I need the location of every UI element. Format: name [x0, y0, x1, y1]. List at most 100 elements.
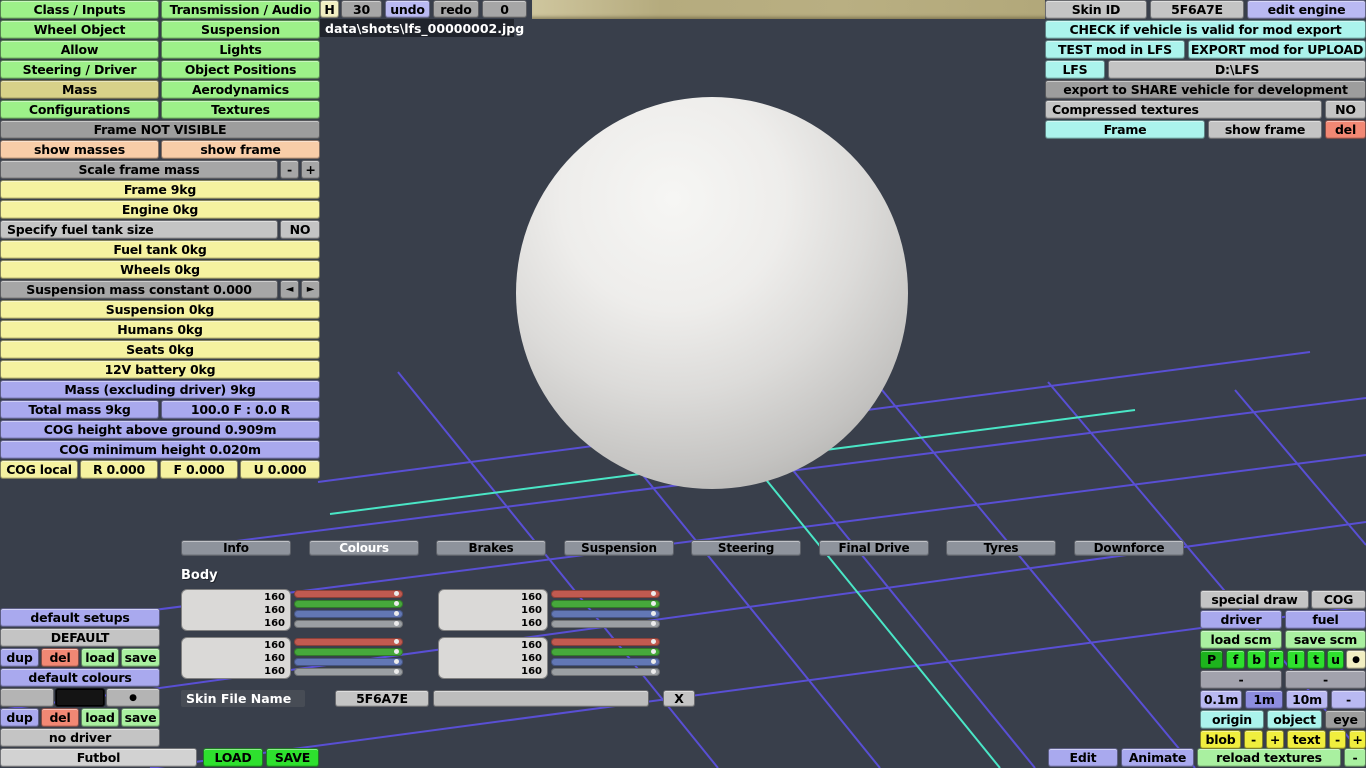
brightness-slider[interactable]	[551, 620, 660, 628]
tab-brakes[interactable]: Brakes	[436, 540, 546, 556]
scale-1m-button[interactable]: 1m	[1245, 690, 1283, 709]
lfs-button[interactable]: LFS	[1045, 60, 1105, 79]
slider-knob[interactable]	[394, 611, 399, 616]
slider-knob[interactable]	[394, 639, 399, 644]
tab-info[interactable]: Info	[181, 540, 291, 556]
menu-object-positions[interactable]: Object Positions	[161, 60, 320, 79]
show-masses-button[interactable]: show masses	[0, 140, 159, 159]
slider-knob[interactable]	[651, 591, 656, 596]
save-scm-button[interactable]: save scm	[1285, 630, 1366, 649]
menu-lights[interactable]: Lights	[161, 40, 320, 59]
load-vehicle-button[interactable]: LOAD	[203, 748, 263, 767]
suspension-mass-row[interactable]: Suspension 0kg	[0, 300, 320, 319]
battery-mass-row[interactable]: 12V battery 0kg	[0, 360, 320, 379]
blue-slider[interactable]	[551, 658, 660, 666]
sphere-object[interactable]	[516, 97, 908, 489]
colour-preset-swatch[interactable]	[55, 688, 105, 707]
suspension-mass-constant-label[interactable]: Suspension mass constant 0.000	[0, 280, 278, 299]
toggle-b-button[interactable]: b	[1247, 650, 1266, 669]
colour-preset-left[interactable]	[0, 688, 54, 707]
slider-knob[interactable]	[651, 649, 656, 654]
blob-minus-button[interactable]: -	[1244, 730, 1263, 749]
save-vehicle-button[interactable]: SAVE	[266, 748, 319, 767]
tab-suspension[interactable]: Suspension	[564, 540, 674, 556]
view-origin-button[interactable]: origin	[1200, 710, 1264, 729]
h-value-button[interactable]: 30	[341, 0, 382, 18]
cog-draw-button[interactable]: COG	[1311, 590, 1366, 609]
menu-allow[interactable]: Allow	[0, 40, 159, 59]
scale-minus-button[interactable]: -	[1331, 690, 1366, 709]
frame-tab-button[interactable]: Frame	[1045, 120, 1205, 139]
compressed-textures-label[interactable]: Compressed textures	[1045, 100, 1322, 119]
default-colours-button[interactable]: default colours	[0, 668, 160, 687]
tab-tyres[interactable]: Tyres	[946, 540, 1056, 556]
slider-knob[interactable]	[651, 659, 656, 664]
brightness-slider[interactable]	[551, 668, 660, 676]
slider-knob[interactable]	[651, 669, 656, 674]
undo-button[interactable]: undo	[385, 0, 430, 18]
red-slider[interactable]	[294, 590, 403, 598]
dash-left-button[interactable]: -	[1200, 670, 1282, 689]
tab-final-drive[interactable]: Final Drive	[819, 540, 929, 556]
driver-button[interactable]: driver	[1200, 610, 1282, 629]
text-plus-button[interactable]: +	[1349, 730, 1366, 749]
seats-mass-row[interactable]: Seats 0kg	[0, 340, 320, 359]
colour-preset-right[interactable]: ●	[106, 688, 160, 707]
menu-transmission-audio[interactable]: Transmission / Audio	[161, 0, 320, 19]
menu-mass[interactable]: Mass	[0, 80, 159, 99]
green-slider[interactable]	[551, 600, 660, 608]
reload-textures-button[interactable]: reload textures	[1197, 748, 1341, 767]
toggle-p-button[interactable]: P	[1200, 650, 1223, 669]
frame-mass-row[interactable]: Frame 9kg	[0, 180, 320, 199]
colours-load-button[interactable]: load	[81, 708, 119, 727]
slider-knob[interactable]	[651, 611, 656, 616]
toggle-u-button[interactable]: u	[1327, 650, 1344, 669]
view-eye-button[interactable]: eye	[1325, 710, 1366, 729]
suspension-constant-left-arrow[interactable]: ◄	[280, 280, 299, 299]
skin-id-value-button[interactable]: 5F6A7E	[1150, 0, 1244, 19]
fuel-button[interactable]: fuel	[1285, 610, 1366, 629]
menu-steering-driver[interactable]: Steering / Driver	[0, 60, 159, 79]
slider-knob[interactable]	[394, 659, 399, 664]
animate-mode-button[interactable]: Animate	[1121, 748, 1194, 767]
slider-knob[interactable]	[394, 649, 399, 654]
red-slider[interactable]	[551, 638, 660, 646]
slider-knob[interactable]	[394, 669, 399, 674]
compressed-textures-toggle[interactable]: NO	[1325, 100, 1366, 119]
menu-aerodynamics[interactable]: Aerodynamics	[161, 80, 320, 99]
suspension-constant-right-arrow[interactable]: ►	[301, 280, 320, 299]
toggle-dot-button[interactable]: ●	[1346, 650, 1366, 669]
menu-configurations[interactable]: Configurations	[0, 100, 159, 119]
skin-file-input[interactable]	[433, 690, 649, 707]
check-vehicle-button[interactable]: CHECK if vehicle is valid for mod export	[1045, 20, 1366, 39]
text-minus-button[interactable]: -	[1329, 730, 1346, 749]
red-slider[interactable]	[551, 590, 660, 598]
cog-local-u-field[interactable]: U 0.000	[240, 460, 320, 479]
scale-frame-mass-plus-button[interactable]: +	[301, 160, 320, 179]
colours-save-button[interactable]: save	[121, 708, 160, 727]
humans-mass-row[interactable]: Humans 0kg	[0, 320, 320, 339]
slider-knob[interactable]	[394, 591, 399, 596]
tab-steering[interactable]: Steering	[691, 540, 801, 556]
share-vehicle-button[interactable]: export to SHARE vehicle for development	[1045, 80, 1366, 99]
view-object-button[interactable]: object	[1267, 710, 1322, 729]
blue-slider[interactable]	[294, 658, 403, 666]
tab-colours[interactable]: Colours	[309, 540, 419, 556]
brightness-slider[interactable]	[294, 668, 403, 676]
red-slider[interactable]	[294, 638, 403, 646]
setup-del-button[interactable]: del	[41, 648, 79, 667]
toggle-t-button[interactable]: t	[1307, 650, 1325, 669]
edit-engine-button[interactable]: edit engine	[1247, 0, 1366, 19]
tab-downforce[interactable]: Downforce	[1074, 540, 1184, 556]
menu-suspension[interactable]: Suspension	[161, 20, 320, 39]
wheels-mass-row[interactable]: Wheels 0kg	[0, 260, 320, 279]
green-slider[interactable]	[294, 600, 403, 608]
blob-plus-button[interactable]: +	[1266, 730, 1284, 749]
slider-knob[interactable]	[651, 621, 656, 626]
scale-frame-mass-label[interactable]: Scale frame mass	[0, 160, 278, 179]
green-slider[interactable]	[294, 648, 403, 656]
slider-knob[interactable]	[394, 621, 399, 626]
brightness-slider[interactable]	[294, 620, 403, 628]
setup-save-button[interactable]: save	[121, 648, 160, 667]
dash-right-button[interactable]: -	[1285, 670, 1366, 689]
